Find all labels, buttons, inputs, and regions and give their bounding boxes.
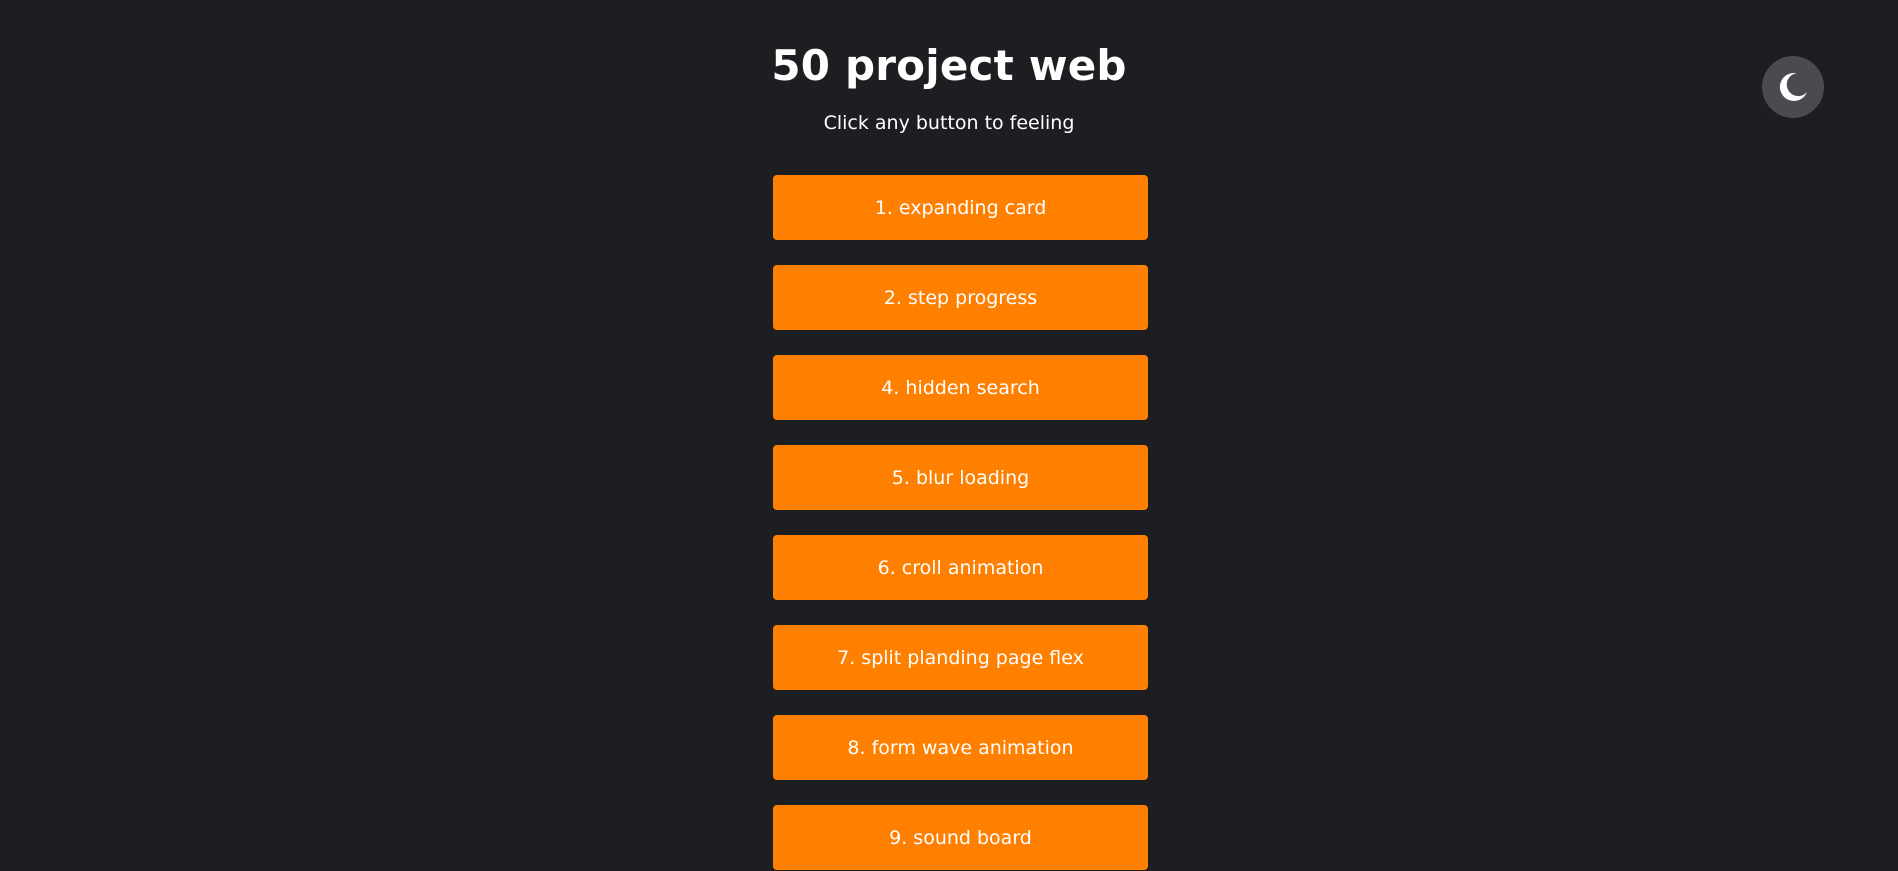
- project-button-form-wave-animation[interactable]: 8. form wave animation: [773, 715, 1148, 780]
- project-button-sound-board[interactable]: 9. sound board: [773, 805, 1148, 870]
- project-button-expanding-card[interactable]: 1. expanding card: [773, 175, 1148, 240]
- theme-toggle-button[interactable]: [1762, 56, 1824, 118]
- page-subtitle: Click any button to feeling: [823, 112, 1075, 134]
- project-button-croll-animation[interactable]: 6. croll animation: [773, 535, 1148, 600]
- page-title: 50 project web: [771, 41, 1127, 90]
- project-button-blur-loading[interactable]: 5. blur loading: [773, 445, 1148, 510]
- project-button-hidden-search[interactable]: 4. hidden search: [773, 355, 1148, 420]
- page: 50 project web Click any button to feeli…: [0, 0, 1898, 871]
- project-button-split-planding-page-flex[interactable]: 7. split planding page flex: [773, 625, 1148, 690]
- project-button-step-progress[interactable]: 2. step progress: [773, 265, 1148, 330]
- moon-icon: [1776, 70, 1810, 104]
- project-list: 1. expanding card 2. step progress 4. hi…: [773, 175, 1148, 871]
